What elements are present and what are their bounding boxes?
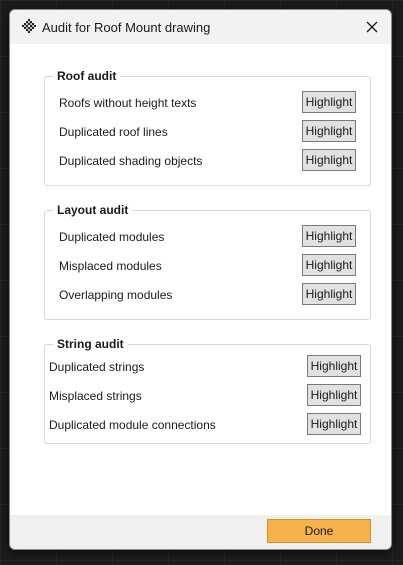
overlapping-modules-label: Overlapping modules xyxy=(59,288,173,302)
duplicated-module-connections-label: Duplicated module connections xyxy=(49,418,216,432)
string-audit-group: String audit Duplicated strings Highligh… xyxy=(44,337,371,444)
roof-audit-group: Roof audit Roofs without height texts Hi… xyxy=(44,69,371,186)
duplicated-modules-label: Duplicated modules xyxy=(59,230,165,244)
title-bar[interactable]: Audit for Roof Mount drawing xyxy=(10,10,391,44)
duplicated-roof-lines-label: Duplicated roof lines xyxy=(59,125,168,139)
app-logo-icon xyxy=(20,18,38,36)
misplaced-strings-label: Misplaced strings xyxy=(49,389,142,403)
audit-dialog: Audit for Roof Mount drawing Roof audit … xyxy=(9,9,392,550)
done-button[interactable]: Done xyxy=(267,519,371,543)
misplaced-modules-row: Misplaced modules Highlight xyxy=(45,253,370,279)
highlight-duplicated-roof-lines-button[interactable]: Highlight xyxy=(302,120,356,142)
roof-audit-title: Roof audit xyxy=(53,69,121,83)
string-audit-title: String audit xyxy=(53,337,128,351)
roofs-without-height-texts-row: Roofs without height texts Highlight xyxy=(45,90,370,116)
duplicated-strings-label: Duplicated strings xyxy=(49,360,145,374)
duplicated-shading-objects-row: Duplicated shading objects Highlight xyxy=(45,148,370,174)
duplicated-strings-row: Duplicated strings Highlight xyxy=(45,354,370,380)
duplicated-shading-objects-label: Duplicated shading objects xyxy=(59,154,203,168)
layout-audit-group: Layout audit Duplicated modules Highligh… xyxy=(44,203,371,320)
highlight-duplicated-module-connections-button[interactable]: Highlight xyxy=(307,413,361,435)
highlight-misplaced-strings-button[interactable]: Highlight xyxy=(307,384,361,406)
highlight-duplicated-strings-button[interactable]: Highlight xyxy=(307,355,361,377)
highlight-duplicated-modules-button[interactable]: Highlight xyxy=(302,225,356,247)
roofs-without-height-texts-label: Roofs without height texts xyxy=(59,96,197,110)
misplaced-modules-label: Misplaced modules xyxy=(59,259,162,273)
dialog-title: Audit for Roof Mount drawing xyxy=(42,20,211,35)
close-button[interactable] xyxy=(361,16,383,38)
highlight-overlapping-modules-button[interactable]: Highlight xyxy=(302,283,356,305)
highlight-duplicated-shading-objects-button[interactable]: Highlight xyxy=(302,149,356,171)
duplicated-roof-lines-row: Duplicated roof lines Highlight xyxy=(45,119,370,145)
duplicated-module-connections-row: Duplicated module connections Highlight xyxy=(45,412,370,438)
overlapping-modules-row: Overlapping modules Highlight xyxy=(45,282,370,308)
close-icon xyxy=(366,21,378,33)
dialog-content: Roof audit Roofs without height texts Hi… xyxy=(10,44,391,515)
misplaced-strings-row: Misplaced strings Highlight xyxy=(45,383,370,409)
duplicated-modules-row: Duplicated modules Highlight xyxy=(45,224,370,250)
layout-audit-title: Layout audit xyxy=(53,203,133,217)
highlight-misplaced-modules-button[interactable]: Highlight xyxy=(302,254,356,276)
dialog-footer: Done xyxy=(10,515,391,549)
highlight-roofs-without-height-texts-button[interactable]: Highlight xyxy=(302,91,356,113)
